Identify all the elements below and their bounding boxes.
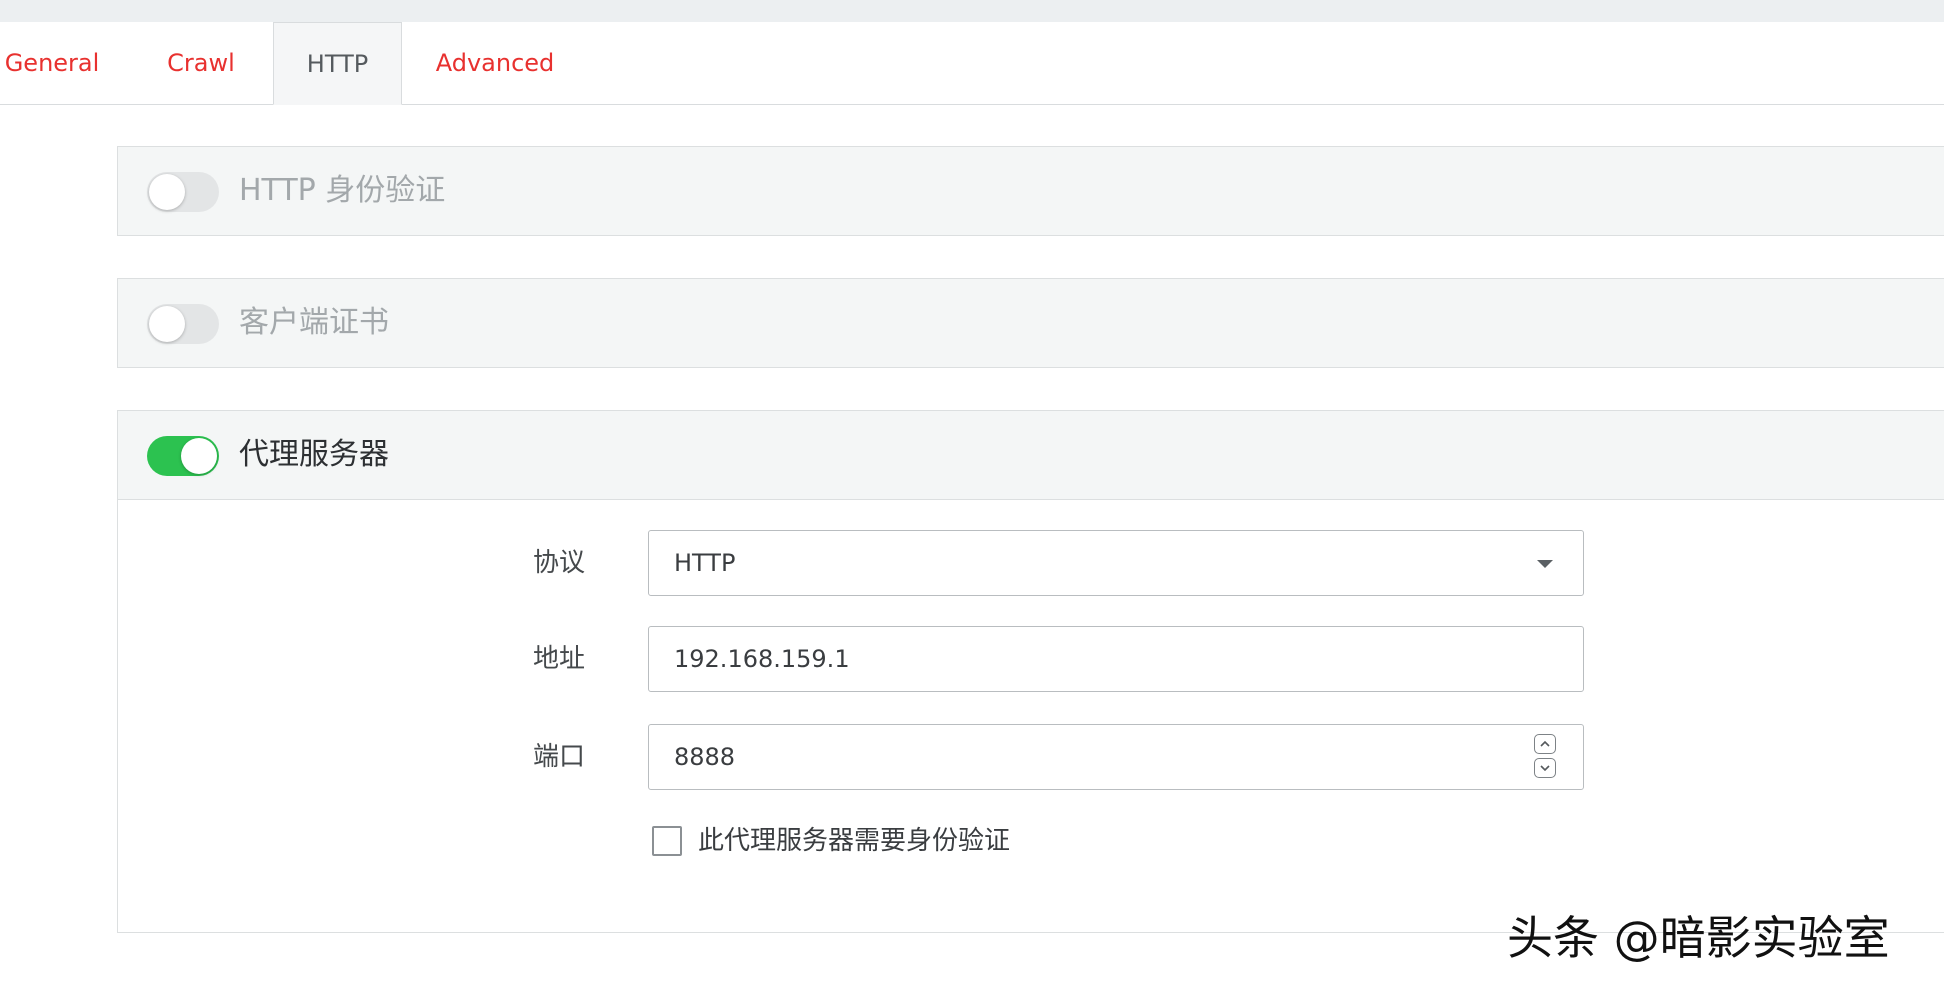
http-auth-toggle[interactable] bbox=[147, 172, 219, 212]
toggle-knob bbox=[149, 306, 185, 342]
http-settings-page: General Crawl HTTP Advanced HTTP 身份验证 客户… bbox=[0, 0, 1944, 996]
protocol-label: 协议 bbox=[533, 548, 586, 578]
address-label: 地址 bbox=[533, 644, 586, 674]
client-cert-panel-header: 客户端证书 bbox=[118, 279, 1944, 367]
port-value: 8888 bbox=[674, 743, 736, 771]
tab-crawl[interactable]: Crawl bbox=[160, 22, 242, 104]
proxy-auth-checkbox-label: 此代理服务器需要身份验证 bbox=[698, 826, 1011, 856]
caret-down-icon bbox=[1537, 560, 1553, 568]
settings-tabbar: General Crawl HTTP Advanced bbox=[0, 22, 1944, 105]
http-auth-panel-header: HTTP 身份验证 bbox=[118, 147, 1944, 235]
client-cert-title: 客户端证书 bbox=[239, 305, 389, 340]
proxy-title: 代理服务器 bbox=[239, 437, 389, 472]
proxy-panel-header: 代理服务器 bbox=[118, 411, 1944, 499]
watermark-text: 头条 @暗影实验室 bbox=[1507, 911, 1890, 965]
proxy-toggle[interactable] bbox=[147, 436, 219, 476]
client-cert-panel: 客户端证书 bbox=[117, 278, 1944, 368]
chevron-up-icon[interactable] bbox=[1534, 734, 1556, 754]
protocol-select[interactable]: HTTP bbox=[648, 530, 1584, 596]
tab-http[interactable]: HTTP bbox=[273, 22, 402, 105]
tab-advanced[interactable]: Advanced bbox=[432, 22, 558, 104]
address-value: 192.168.159.1 bbox=[674, 645, 850, 673]
http-auth-panel: HTTP 身份验证 bbox=[117, 146, 1944, 236]
client-cert-toggle[interactable] bbox=[147, 304, 219, 344]
proxy-settings-form: 协议 HTTP 地址 192.168.159.1 端口 8888 此代理服务器需… bbox=[118, 499, 1944, 932]
proxy-panel: 代理服务器 协议 HTTP 地址 192.168.159.1 端口 8888 此… bbox=[117, 410, 1944, 933]
top-strip bbox=[0, 0, 1944, 22]
address-input[interactable]: 192.168.159.1 bbox=[648, 626, 1584, 692]
chevron-down-icon[interactable] bbox=[1534, 758, 1556, 778]
protocol-selected-value: HTTP bbox=[674, 549, 736, 577]
proxy-auth-checkbox[interactable] bbox=[652, 826, 682, 856]
toggle-knob bbox=[149, 174, 185, 210]
port-label: 端口 bbox=[533, 742, 586, 772]
port-stepper[interactable]: 8888 bbox=[648, 724, 1584, 790]
toggle-knob bbox=[181, 438, 217, 474]
http-auth-title: HTTP 身份验证 bbox=[239, 173, 446, 208]
tab-general[interactable]: General bbox=[0, 22, 104, 104]
